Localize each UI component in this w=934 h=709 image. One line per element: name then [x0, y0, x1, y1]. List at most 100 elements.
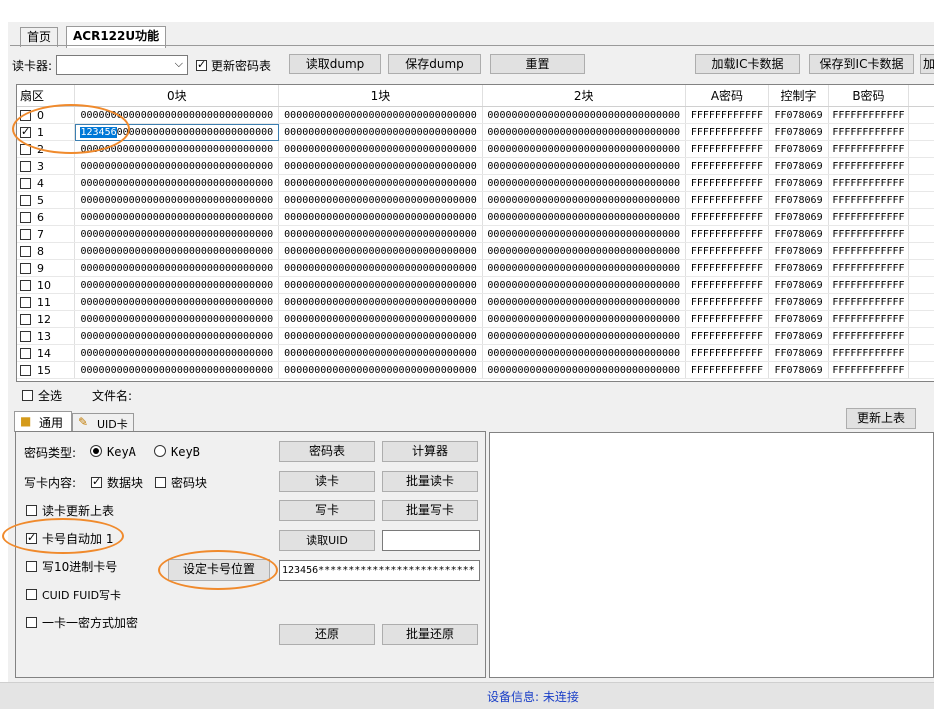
sector-checkbox[interactable] [20, 348, 31, 359]
block-cell[interactable]: 00000000000000000000000000000000 [278, 361, 483, 379]
block-cell[interactable]: 00000000000000000000000000000000 [278, 310, 483, 328]
block-cell[interactable]: 00000000000000000000000000000000 [278, 174, 483, 192]
keyB-cell[interactable]: FFFFFFFFFFFF [828, 259, 909, 277]
keyA-cell[interactable]: FFFFFFFFFFFF [685, 157, 770, 175]
sector-checkbox[interactable] [20, 125, 31, 138]
block-cell[interactable]: 00000000000000000000000000000000 [74, 344, 280, 362]
sector-checkbox[interactable] [20, 246, 31, 257]
block-cell[interactable]: 00000000000000000000000000000000 [74, 140, 280, 158]
subtab-uid[interactable]: ✎ UID卡 [72, 413, 134, 432]
ctrl-cell[interactable]: FF078069 [768, 225, 830, 243]
table-row[interactable]: 9 00000000000000000000000000000000 0000000… [17, 259, 934, 277]
ctrl-cell[interactable]: FF078069 [768, 344, 830, 362]
table-row[interactable]: 11 00000000000000000000000000000000 000000… [17, 293, 934, 311]
table-row[interactable]: 15 00000000000000000000000000000000 000000… [17, 361, 934, 379]
keyA-cell[interactable]: FFFFFFFFFFFF [685, 123, 770, 141]
write-card-button[interactable]: 写卡 [279, 500, 375, 521]
keyA-cell[interactable]: FFFFFFFFFFFF [685, 208, 770, 226]
block-cell[interactable]: 00000000000000000000000000000000 [482, 344, 686, 362]
table-row[interactable]: 4 00000000000000000000000000000000 0000000… [17, 174, 934, 192]
keyA-cell[interactable]: FFFFFFFFFFFF [685, 310, 770, 328]
auto-increment-checkbox[interactable] [26, 531, 37, 544]
block-cell[interactable]: 00000000000000000000000000000000 [278, 191, 483, 209]
table-row[interactable]: 2 00000000000000000000000000000000 0000000… [17, 140, 934, 158]
table-row[interactable]: 1123456000000000000000000000000000000000… [17, 123, 934, 141]
batch-read-button[interactable]: 批量读卡 [382, 471, 478, 492]
ctrl-cell[interactable]: FF078069 [768, 157, 830, 175]
block-cell[interactable]: 00000000000000000000000000000000 [482, 259, 686, 277]
block-cell[interactable]: 00000000000000000000000000000000 [74, 276, 280, 294]
sector-cell[interactable]: 9 [17, 259, 76, 277]
read-uid-button[interactable]: 读取UID [279, 530, 375, 551]
block-cell[interactable]: 00000000000000000000000000000000 [482, 276, 686, 294]
block-cell[interactable]: 00000000000000000000000000000000 [278, 259, 483, 277]
block-cell[interactable]: 00000000000000000000000000000000 [74, 361, 280, 379]
sector-cell[interactable]: 12 [17, 310, 76, 328]
table-row[interactable]: 5 00000000000000000000000000000000 0000000… [17, 191, 934, 209]
keyB-cell[interactable]: FFFFFFFFFFFF [828, 106, 909, 124]
block-cell[interactable]: 00000000000000000000000000000000 [74, 225, 280, 243]
sector-cell[interactable]: 3 [17, 157, 76, 175]
save-dump-button[interactable]: 保存dump [388, 54, 481, 74]
sector-checkbox[interactable] [20, 297, 31, 308]
ctrl-cell[interactable]: FF078069 [768, 259, 830, 277]
pwd-table-button[interactable]: 密码表 [279, 441, 375, 462]
block-cell[interactable]: 00000000000000000000000000000000 [278, 123, 483, 141]
block-cell[interactable]: 00000000000000000000000000000000 [278, 293, 483, 311]
data-block-checkbox[interactable] [91, 475, 102, 488]
set-card-pos-button[interactable]: 设定卡号位置 [168, 559, 270, 581]
sector-checkbox[interactable] [20, 110, 31, 121]
ctrl-cell[interactable]: FF078069 [768, 276, 830, 294]
select-all-checkbox[interactable] [22, 390, 33, 401]
keyA-cell[interactable]: FFFFFFFFFFFF [685, 106, 770, 124]
restore-button[interactable]: 还原 [279, 624, 375, 645]
keyA-cell[interactable]: FFFFFFFFFFFF [685, 242, 770, 260]
keyA-cell[interactable]: FFFFFFFFFFFF [685, 327, 770, 345]
block-cell[interactable]: 00000000000000000000000000000000 [74, 157, 280, 175]
uid-input[interactable] [382, 530, 480, 551]
sector-checkbox[interactable] [20, 161, 31, 172]
ctrl-cell[interactable]: FF078069 [768, 310, 830, 328]
cuid-fuid-checkbox[interactable] [26, 589, 37, 600]
block-cell[interactable]: 00000000000000000000000000000000 [482, 140, 686, 158]
sector-cell[interactable]: 2 [17, 140, 76, 158]
block-cell[interactable]: 00000000000000000000000000000000 [482, 242, 686, 260]
keyB-cell[interactable]: FFFFFFFFFFFF [828, 293, 909, 311]
block-cell[interactable]: 00000000000000000000000000000000 [74, 327, 280, 345]
ctrl-cell[interactable]: FF078069 [768, 208, 830, 226]
ctrl-cell[interactable]: FF078069 [768, 174, 830, 192]
block-cell[interactable]: 00000000000000000000000000000000 [278, 140, 483, 158]
table-row[interactable]: 3 00000000000000000000000000000000 0000000… [17, 157, 934, 175]
keyA-cell[interactable]: FFFFFFFFFFFF [685, 276, 770, 294]
block-cell[interactable]: 00000000000000000000000000000000 [482, 191, 686, 209]
keyB-cell[interactable]: FFFFFFFFFFFF [828, 191, 909, 209]
sector-cell[interactable]: 14 [17, 344, 76, 362]
block-cell[interactable]: 00000000000000000000000000000000 [278, 344, 483, 362]
table-row[interactable]: 14 00000000000000000000000000000000 000000… [17, 344, 934, 362]
card-pattern-input[interactable]: 123456************************** [279, 560, 480, 581]
block-cell-editing[interactable]: 12345600000000000000000000000000 [74, 123, 280, 141]
block-cell[interactable]: 00000000000000000000000000000000 [74, 242, 280, 260]
block-cell[interactable]: 00000000000000000000000000000000 [482, 293, 686, 311]
block-cell[interactable]: 00000000000000000000000000000000 [278, 208, 483, 226]
sector-cell[interactable]: 15 [17, 361, 76, 379]
sector-cell[interactable]: 7 [17, 225, 76, 243]
sector-checkbox[interactable] [20, 178, 31, 189]
block-cell[interactable]: 00000000000000000000000000000000 [278, 327, 483, 345]
table-row[interactable]: 6 00000000000000000000000000000000 0000000… [17, 208, 934, 226]
keyA-cell[interactable]: FFFFFFFFFFFF [685, 191, 770, 209]
batch-restore-button[interactable]: 批量还原 [382, 624, 478, 645]
keyB-cell[interactable]: FFFFFFFFFFFF [828, 225, 909, 243]
reader-select[interactable]: ⌵ [56, 55, 188, 75]
sector-cell[interactable]: 13 [17, 327, 76, 345]
keyB-radio[interactable] [154, 445, 166, 457]
block-cell[interactable]: 00000000000000000000000000000000 [74, 208, 280, 226]
keyB-cell[interactable]: FFFFFFFFFFFF [828, 123, 909, 141]
sector-cell[interactable]: 11 [17, 293, 76, 311]
sector-checkbox[interactable] [20, 314, 31, 325]
sector-checkbox[interactable] [20, 263, 31, 274]
block-cell[interactable]: 00000000000000000000000000000000 [74, 106, 280, 124]
sector-cell[interactable]: 5 [17, 191, 76, 209]
ctrl-cell[interactable]: FF078069 [768, 361, 830, 379]
block-cell[interactable]: 00000000000000000000000000000000 [278, 106, 483, 124]
